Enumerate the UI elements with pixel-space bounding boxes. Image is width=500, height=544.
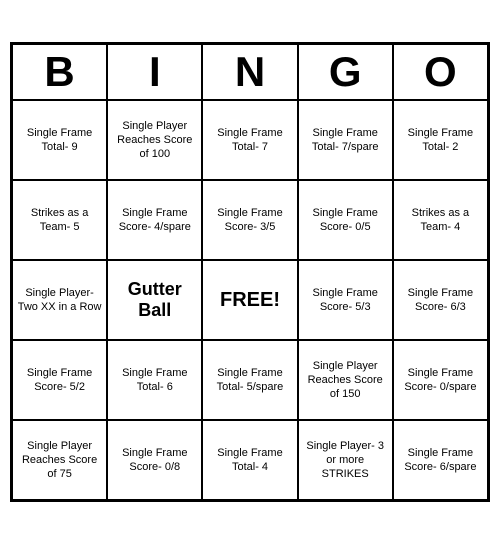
bingo-cell-1: Single Player Reaches Score of 100 <box>107 100 202 180</box>
bingo-letter-g: G <box>298 44 393 100</box>
bingo-card: BINGO Single Frame Total- 9Single Player… <box>10 42 490 502</box>
bingo-cell-11: Gutter Ball <box>107 260 202 340</box>
bingo-cell-23: Single Player- 3 or more STRIKES <box>298 420 393 500</box>
bingo-cell-18: Single Player Reaches Score of 150 <box>298 340 393 420</box>
bingo-cell-20: Single Player Reaches Score of 75 <box>12 420 107 500</box>
bingo-cell-3: Single Frame Total- 7/spare <box>298 100 393 180</box>
bingo-cell-17: Single Frame Total- 5/spare <box>202 340 297 420</box>
bingo-letter-n: N <box>202 44 297 100</box>
bingo-cell-19: Single Frame Score- 0/spare <box>393 340 488 420</box>
bingo-cell-2: Single Frame Total- 7 <box>202 100 297 180</box>
bingo-cell-13: Single Frame Score- 5/3 <box>298 260 393 340</box>
bingo-cell-4: Single Frame Total- 2 <box>393 100 488 180</box>
bingo-cell-0: Single Frame Total- 9 <box>12 100 107 180</box>
bingo-cell-8: Single Frame Score- 0/5 <box>298 180 393 260</box>
bingo-cell-16: Single Frame Total- 6 <box>107 340 202 420</box>
bingo-cell-5: Strikes as a Team- 5 <box>12 180 107 260</box>
bingo-cell-12: FREE! <box>202 260 297 340</box>
bingo-cell-22: Single Frame Total- 4 <box>202 420 297 500</box>
bingo-cell-7: Single Frame Score- 3/5 <box>202 180 297 260</box>
bingo-grid: Single Frame Total- 9Single Player Reach… <box>12 100 488 500</box>
bingo-cell-24: Single Frame Score- 6/spare <box>393 420 488 500</box>
bingo-cell-15: Single Frame Score- 5/2 <box>12 340 107 420</box>
bingo-header: BINGO <box>12 44 488 100</box>
bingo-cell-14: Single Frame Score- 6/3 <box>393 260 488 340</box>
bingo-cell-9: Strikes as a Team- 4 <box>393 180 488 260</box>
bingo-letter-o: O <box>393 44 488 100</box>
bingo-letter-i: I <box>107 44 202 100</box>
bingo-letter-b: B <box>12 44 107 100</box>
bingo-cell-10: Single Player- Two XX in a Row <box>12 260 107 340</box>
bingo-cell-21: Single Frame Score- 0/8 <box>107 420 202 500</box>
bingo-cell-6: Single Frame Score- 4/spare <box>107 180 202 260</box>
